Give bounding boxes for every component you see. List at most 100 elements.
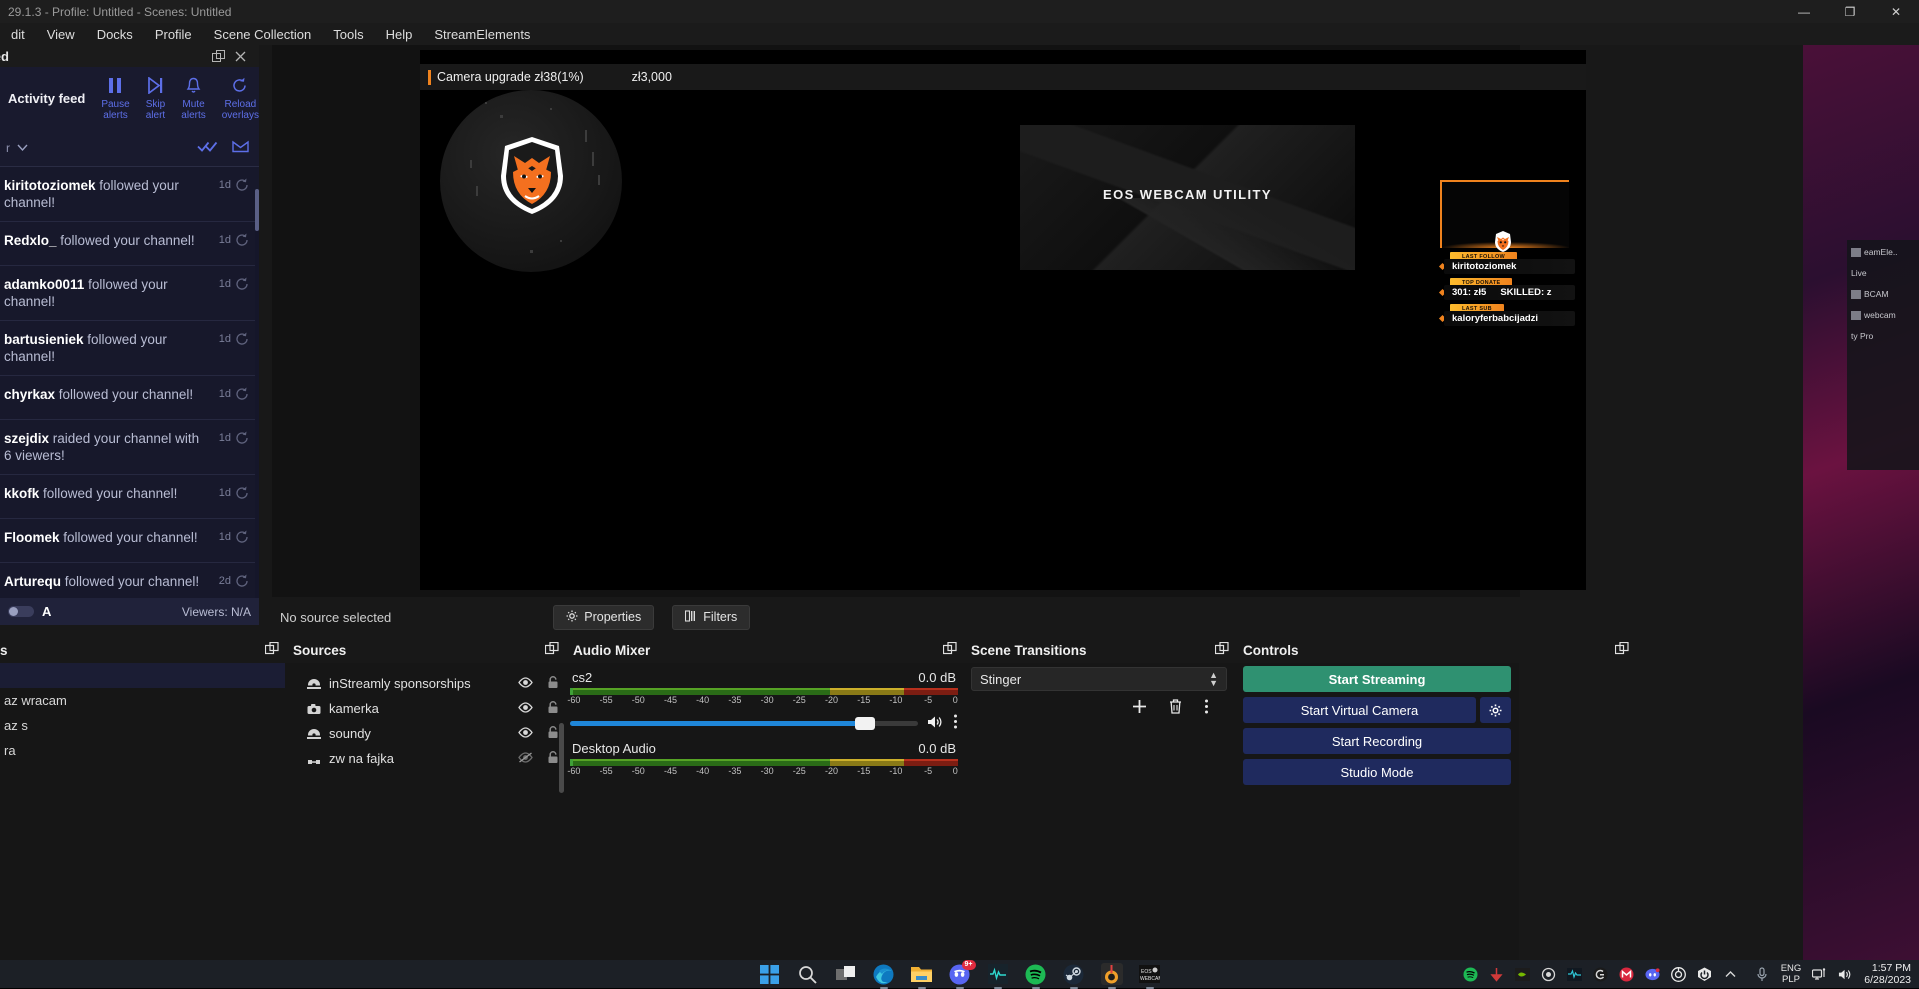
- nvidia-icon[interactable]: [1515, 967, 1530, 982]
- scenes-list[interactable]: az wracam az s ra: [0, 663, 285, 960]
- menu-help[interactable]: Help: [375, 24, 424, 45]
- float-dock-icon[interactable]: [545, 642, 559, 658]
- realtek-icon[interactable]: [1541, 967, 1556, 982]
- list-item[interactable]: chyrkax followed your channel! 1d: [0, 376, 259, 420]
- chevron-down-icon[interactable]: [16, 140, 29, 155]
- start-recording-button[interactable]: Start Recording: [1243, 728, 1511, 754]
- menu-scene-collection[interactable]: Scene Collection: [203, 24, 323, 45]
- source-row[interactable]: inStreamly sponsorships: [285, 671, 565, 696]
- speaker-icon[interactable]: [1838, 967, 1853, 982]
- eye-icon[interactable]: [518, 726, 533, 741]
- window-minimize-button[interactable]: —: [1781, 0, 1827, 23]
- remove-transition-button[interactable]: [1169, 699, 1182, 717]
- lock-icon[interactable]: [547, 676, 559, 692]
- list-item[interactable]: Redxlo_ followed your channel! 1d: [0, 222, 259, 266]
- replay-icon[interactable]: [231, 331, 253, 346]
- logitech-icon[interactable]: [1593, 967, 1608, 982]
- microphone-icon[interactable]: [1755, 967, 1770, 982]
- replay-icon[interactable]: [231, 232, 253, 247]
- skip-alert-button[interactable]: Skip alert: [146, 76, 166, 121]
- preview-canvas[interactable]: Camera upgrade zł38(1%) zł3,000: [420, 50, 1586, 590]
- feed-scrollbar-thumb[interactable]: [255, 189, 259, 231]
- source-row[interactable]: kamerka: [285, 696, 565, 721]
- obs-tray-icon[interactable]: [1671, 967, 1686, 982]
- menu-streamelements[interactable]: StreamElements: [423, 24, 541, 45]
- replay-icon[interactable]: [231, 177, 253, 192]
- list-item[interactable]: Floomek followed your channel! 1d: [0, 519, 259, 563]
- feed-scrollbar-track[interactable]: [255, 189, 259, 625]
- replay-icon[interactable]: [231, 386, 253, 401]
- feed-toggle[interactable]: [8, 606, 34, 617]
- volume-slider[interactable]: [570, 721, 918, 726]
- menu-docks[interactable]: Docks: [86, 24, 144, 45]
- virtual-camera-settings-button[interactable]: [1480, 697, 1511, 723]
- taskbar-clock[interactable]: 1:57 PM 6/28/2023: [1864, 962, 1911, 986]
- mute-alerts-button[interactable]: Mute alerts: [181, 76, 205, 121]
- float-dock-icon[interactable]: [1615, 642, 1629, 658]
- vpn-icon[interactable]: [1567, 967, 1582, 982]
- reload-overlays-button[interactable]: Reload overlays: [222, 76, 259, 121]
- menu-profile[interactable]: Profile: [144, 24, 203, 45]
- double-check-icon[interactable]: [197, 140, 218, 155]
- spotify-tray-icon[interactable]: [1463, 967, 1478, 982]
- taskbar-edge[interactable]: [873, 963, 895, 985]
- add-transition-button[interactable]: [1132, 699, 1147, 717]
- mega-icon[interactable]: [1619, 967, 1634, 982]
- replay-icon[interactable]: [231, 430, 253, 445]
- language-indicator[interactable]: ENG PLP: [1781, 963, 1802, 985]
- close-dock-icon[interactable]: [235, 50, 248, 63]
- scene-item[interactable]: az wracam: [0, 688, 285, 713]
- properties-button[interactable]: Properties: [553, 605, 654, 630]
- sources-scrollbar-thumb[interactable]: [559, 723, 564, 793]
- list-item[interactable]: bartusieniek followed your channel! 1d: [0, 321, 259, 376]
- taskbar-audio-editor[interactable]: [987, 963, 1009, 985]
- taskbar-spotify[interactable]: [1025, 963, 1047, 985]
- eye-hidden-icon[interactable]: [518, 751, 533, 766]
- replay-icon[interactable]: [231, 276, 253, 291]
- float-dock-icon[interactable]: [943, 642, 957, 658]
- eye-icon[interactable]: [518, 701, 533, 716]
- chevron-up-icon[interactable]: [1723, 967, 1738, 982]
- transition-properties-button[interactable]: [1204, 699, 1209, 717]
- streamelements-overlay[interactable]: LAST FOLLOW kiritotoziomek TOP DONATE 30…: [1438, 180, 1575, 335]
- start-button[interactable]: [759, 963, 781, 985]
- start-virtual-camera-button[interactable]: Start Virtual Camera: [1243, 697, 1476, 723]
- task-view-button[interactable]: [835, 963, 857, 985]
- float-dock-icon[interactable]: [1215, 642, 1229, 658]
- scene-item[interactable]: ra: [0, 738, 285, 763]
- discord-tray-icon[interactable]: [1645, 967, 1660, 982]
- lock-icon[interactable]: [547, 751, 559, 767]
- replay-icon[interactable]: [231, 485, 253, 500]
- list-item[interactable]: kkofk followed your channel! 1d: [0, 475, 259, 519]
- archive-icon[interactable]: [232, 140, 249, 156]
- taskbar-discord[interactable]: 9+: [949, 963, 971, 985]
- menu-tools[interactable]: Tools: [322, 24, 374, 45]
- taskbar-eos-webcam[interactable]: EOSWEBCAM: [1139, 963, 1161, 985]
- search-button[interactable]: [797, 963, 819, 985]
- filters-button[interactable]: Filters: [672, 605, 750, 630]
- power-icon[interactable]: [1697, 967, 1712, 982]
- float-dock-icon[interactable]: [265, 642, 279, 658]
- list-item[interactable]: kiritotoziomek followed your channel! 1d: [0, 167, 259, 222]
- pause-alerts-button[interactable]: Pause alerts: [101, 76, 129, 121]
- menu-view[interactable]: View: [36, 24, 86, 45]
- studio-mode-button[interactable]: Studio Mode: [1243, 759, 1511, 785]
- window-maximize-button[interactable]: ❐: [1827, 0, 1873, 23]
- taskbar-file-explorer[interactable]: [911, 963, 933, 985]
- eos-webcam-source[interactable]: EOS WEBCAM UTILITY: [1020, 125, 1355, 270]
- float-dock-icon[interactable]: [212, 50, 225, 63]
- sources-list[interactable]: inStreamly sponsorships kamerka: [285, 663, 565, 960]
- scene-item[interactable]: az s: [0, 713, 285, 738]
- vertical-dots-icon[interactable]: [953, 714, 958, 732]
- activity-feed-list[interactable]: kiritotoziomek followed your channel! 1d…: [0, 167, 259, 607]
- source-row[interactable]: zw na fajka: [285, 746, 565, 771]
- replay-icon[interactable]: [231, 573, 253, 588]
- source-row[interactable]: soundy: [285, 721, 565, 746]
- menu-edit[interactable]: dit: [0, 24, 36, 45]
- start-streaming-button[interactable]: Start Streaming: [1243, 666, 1511, 692]
- taskbar-steam[interactable]: [1063, 963, 1085, 985]
- lock-icon[interactable]: [547, 726, 559, 742]
- transition-select[interactable]: Stinger ▲▼: [971, 667, 1227, 691]
- network-icon[interactable]: [1812, 967, 1827, 982]
- window-close-button[interactable]: ✕: [1873, 0, 1919, 23]
